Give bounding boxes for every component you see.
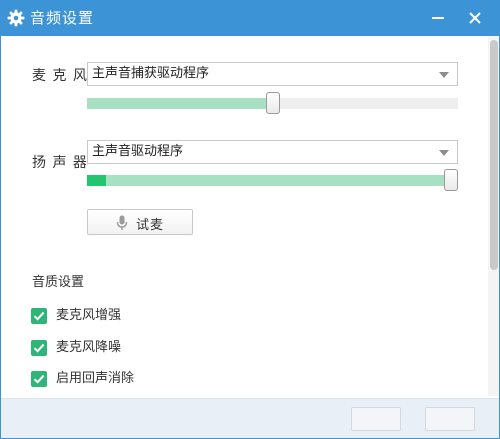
- window-title: 音频设置: [30, 9, 95, 27]
- speaker-label: 扬 声 器: [32, 155, 88, 171]
- audio-settings-window: 音频设置 麦 克 风 主声音捕获驱动程序 扬 声 器 主声音驱动程序 试麦 音质…: [0, 0, 500, 439]
- checkmark-icon: [33, 374, 45, 384]
- dialog-footer: [1, 398, 499, 438]
- vertical-scrollbar[interactable]: [488, 36, 499, 396]
- scrollbar-thumb[interactable]: [490, 40, 498, 270]
- echo-cancellation-label: 启用回声消除: [56, 371, 135, 386]
- microphone-volume-fill: [87, 98, 273, 109]
- microphone-volume-handle[interactable]: [266, 92, 280, 114]
- chevron-down-icon: [439, 150, 449, 156]
- checkbox-checked[interactable]: [31, 340, 47, 356]
- chevron-down-icon: [439, 72, 449, 78]
- microphone-volume-slider[interactable]: [87, 92, 458, 114]
- checkbox-checked[interactable]: [31, 308, 47, 324]
- close-icon: [469, 12, 481, 24]
- microphone-device-value: 主声音捕获驱动程序: [92, 66, 210, 81]
- microphone-icon: [116, 215, 128, 231]
- test-microphone-label: 试麦: [136, 218, 165, 233]
- speaker-volume-slider[interactable]: [87, 169, 458, 191]
- mic-enhance-label: 麦克风增强: [56, 308, 122, 323]
- quality-section-title: 音质设置: [32, 275, 85, 290]
- minimize-button[interactable]: [427, 7, 449, 29]
- speaker-volume-handle[interactable]: [444, 169, 458, 191]
- footer-button-1[interactable]: [351, 407, 401, 431]
- microphone-label: 麦 克 风: [32, 68, 88, 84]
- speaker-level-meter: [87, 175, 106, 186]
- checkmark-icon: [33, 311, 45, 321]
- checkmark-icon: [33, 343, 45, 353]
- title-bar[interactable]: 音频设置: [1, 1, 499, 36]
- gear-icon: [7, 9, 25, 27]
- speaker-device-value: 主声音驱动程序: [92, 144, 184, 159]
- microphone-device-select[interactable]: 主声音捕获驱动程序: [87, 62, 458, 86]
- minimize-icon: [432, 17, 444, 19]
- test-microphone-button[interactable]: 试麦: [87, 209, 193, 235]
- checkbox-checked[interactable]: [31, 371, 47, 387]
- speaker-device-select[interactable]: 主声音驱动程序: [87, 140, 458, 164]
- close-button[interactable]: [464, 7, 486, 29]
- footer-button-2[interactable]: [425, 407, 475, 431]
- mic-noise-reduction-label: 麦克风降噪: [56, 340, 122, 355]
- speaker-volume-fill: [87, 175, 458, 186]
